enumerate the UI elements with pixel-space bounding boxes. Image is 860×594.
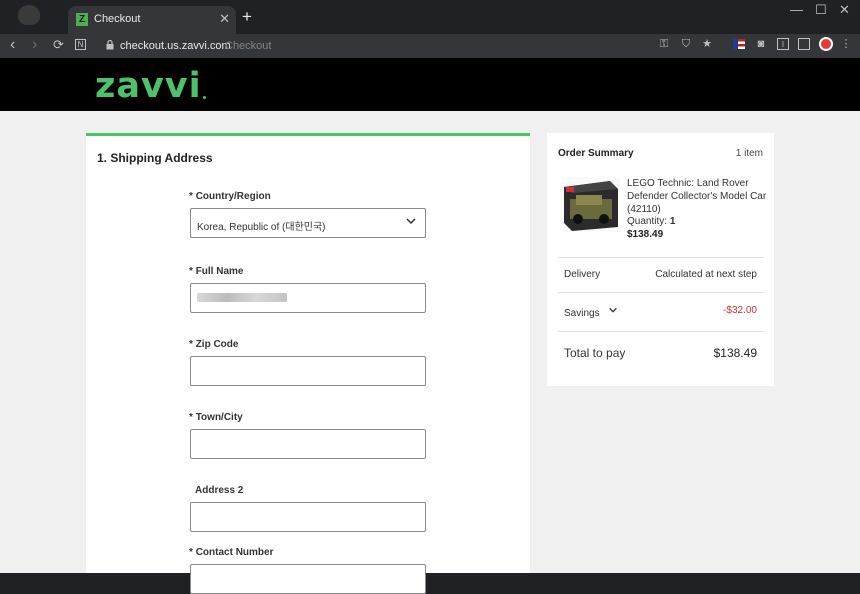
- address-2-label: Address 2: [195, 485, 244, 496]
- logo-registered-mark: [203, 96, 206, 99]
- zip-code-label: * Zip Code: [189, 339, 239, 350]
- record-extension-icon[interactable]: [819, 37, 833, 51]
- product-quantity: Quantity: 1: [627, 216, 676, 227]
- key-icon[interactable]: ⚿: [658, 38, 670, 50]
- divider: [558, 257, 764, 258]
- chevron-down-icon: [609, 307, 617, 313]
- forward-icon[interactable]: ›: [32, 36, 37, 54]
- delivery-value: Calculated at next step: [655, 269, 757, 280]
- info-extension-icon[interactable]: I: [777, 38, 789, 50]
- sidebar-icon[interactable]: [798, 38, 810, 50]
- lego-box-icon: [564, 181, 618, 231]
- chevron-down-icon: [406, 218, 416, 225]
- divider: [558, 331, 764, 332]
- product-price: $138.49: [627, 229, 664, 240]
- total-value: $138.49: [713, 346, 757, 360]
- tab-close-icon[interactable]: ✕: [219, 11, 230, 27]
- country-select[interactable]: Korea, Republic of (대한민국): [190, 208, 426, 238]
- order-summary: Order Summary 1 item LEGO Technic: Land …: [547, 133, 774, 386]
- lock-icon: [106, 40, 114, 50]
- shipping-address-form: 1. Shipping Address * Country/Region Kor…: [86, 133, 530, 594]
- minimize-icon[interactable]: —: [790, 2, 803, 17]
- town-city-input[interactable]: [190, 429, 426, 459]
- country-label: * Country/Region: [189, 191, 271, 202]
- address-2-input[interactable]: [190, 502, 426, 532]
- section-title: 1. Shipping Address: [97, 151, 213, 165]
- savings-toggle[interactable]: Savings: [564, 303, 624, 319]
- browser-toolbar: ‹ › ⟳ N checkout.us.zavvi.com Checkout ⚿…: [0, 34, 860, 58]
- order-summary-title: Order Summary: [558, 148, 634, 159]
- maximize-icon[interactable]: ☐: [815, 2, 827, 18]
- town-city-label: * Town/City: [189, 412, 243, 423]
- url-text: checkout.us.zavvi.com: [120, 40, 231, 52]
- new-tab-button[interactable]: +: [242, 8, 252, 26]
- tab-checkout[interactable]: Z Checkout ✕: [68, 6, 236, 34]
- divider: [558, 292, 764, 293]
- savings-value: -$32.00: [723, 305, 757, 316]
- window-close-icon[interactable]: ✕: [839, 2, 850, 18]
- shield-icon[interactable]: ⛉: [680, 38, 692, 50]
- browser-tab-bar: Z Checkout ✕ + — ☐ ✕: [0, 0, 860, 34]
- notion-extension-icon[interactable]: N: [75, 39, 86, 50]
- zavvi-logo[interactable]: zavvi: [95, 66, 202, 106]
- product-image[interactable]: [562, 177, 620, 232]
- zip-code-input[interactable]: [190, 356, 426, 386]
- back-icon[interactable]: ‹: [10, 36, 15, 54]
- flag-extension-icon[interactable]: [733, 39, 745, 49]
- camera-icon[interactable]: ◙: [755, 38, 767, 50]
- product-name[interactable]: LEGO Technic: Land Rover Defender Collec…: [627, 177, 767, 216]
- address-bar[interactable]: checkout.us.zavvi.com Checkout: [95, 37, 835, 55]
- delivery-label: Delivery: [564, 269, 601, 280]
- item-count: 1 item: [735, 148, 763, 159]
- zavvi-favicon-icon: Z: [76, 13, 88, 26]
- checkout-content: 1. Shipping Address * Country/Region Kor…: [0, 111, 860, 594]
- full-name-label: * Full Name: [189, 266, 244, 277]
- profile-avatar[interactable]: [18, 5, 40, 25]
- savings-label: Savings: [564, 308, 600, 319]
- star-icon[interactable]: ★: [701, 38, 713, 50]
- contact-number-input[interactable]: [190, 564, 426, 594]
- site-header: zavvi: [0, 58, 860, 111]
- reload-icon[interactable]: ⟳: [53, 37, 64, 53]
- redacted-name: [197, 293, 287, 302]
- contact-number-label: * Contact Number: [189, 547, 274, 558]
- country-selected-value: Korea, Republic of (대한민국): [197, 222, 326, 233]
- menu-icon[interactable]: ⋮: [840, 38, 852, 50]
- url-page-title: Checkout: [225, 40, 272, 52]
- tab-title: Checkout: [94, 13, 141, 25]
- full-name-input[interactable]: [190, 283, 426, 313]
- total-label: Total to pay: [564, 346, 626, 360]
